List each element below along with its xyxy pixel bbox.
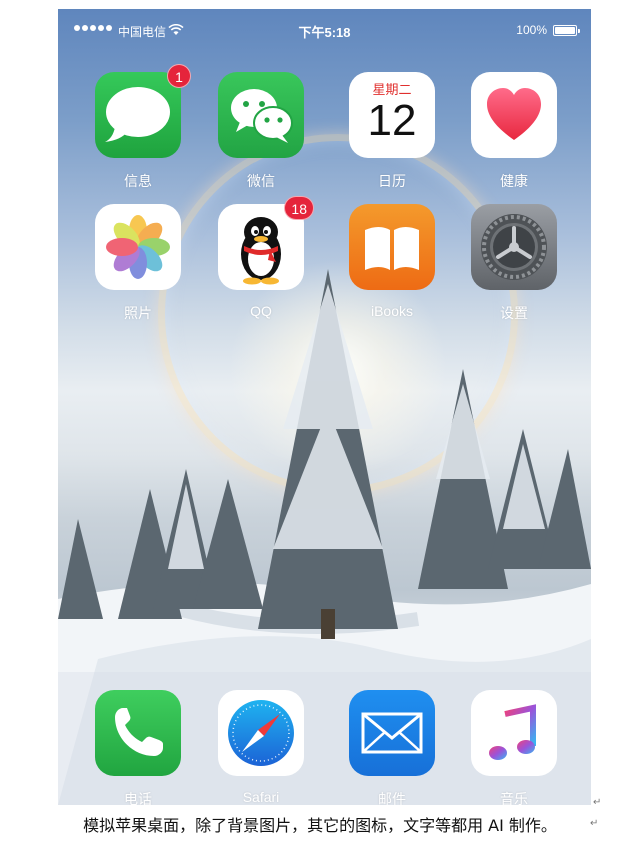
app-label: 音乐 [500,791,528,805]
app-label: 设置 [500,305,528,321]
app-label: 健康 [500,173,528,189]
app-health[interactable]: 健康 [459,72,569,191]
app-label: iBooks [370,303,414,319]
health-heart-icon [487,88,541,140]
app-label: Safari [242,789,280,805]
safari-compass-icon [228,700,294,766]
app-label: 邮件 [378,791,406,805]
carrier-name: 中国电信 [118,25,167,39]
messages-icon [105,87,170,142]
wifi-icon [168,24,184,35]
app-label: 信息 [124,173,152,189]
app-label: 日历 [378,173,406,189]
notification-badge: 18 [284,196,314,220]
battery-percentage: 100% [516,23,547,37]
app-ibooks[interactable]: iBooks [337,204,447,319]
paragraph-mark: ↵ [590,818,599,829]
calendar-icon: 星期二 12 [349,72,435,158]
music-note-icon [489,704,536,760]
app-phone[interactable]: 电话 [83,690,193,805]
app-label: 电话 [124,791,152,805]
paragraph-mark: ↵ [593,797,602,808]
notification-badge: 1 [167,64,191,88]
status-bar: 中国电信 下午5:18 100% [58,9,591,53]
wechat-icon [231,89,293,143]
signal-strength-icon [74,25,112,31]
app-safari[interactable]: Safari [206,690,316,805]
app-qq[interactable]: 18 QQ [206,196,316,319]
app-photos[interactable]: 照片 [83,204,193,323]
iphone-home-screen: 中国电信 下午5:18 100% 1 信息 微信 星期二 12 日历 健康 照片… [58,9,591,805]
app-label: 微信 [247,173,275,189]
photos-icon [106,215,170,279]
ibooks-icon [365,227,419,270]
phone-icon [115,708,163,756]
app-wechat[interactable]: 微信 [206,72,316,191]
app-label: QQ [250,303,272,319]
app-mail[interactable]: 邮件 [337,690,447,805]
battery-icon [553,25,580,36]
app-messages[interactable]: 1 信息 [83,64,193,191]
app-settings[interactable]: 设置 [459,204,569,323]
image-caption: 模拟苹果桌面，除了背景图片，其它的图标，文字等都用 AI 制作。 [83,816,557,835]
app-label: 照片 [124,305,152,321]
settings-gear-icon [481,214,547,280]
app-music[interactable]: 音乐 [459,690,569,805]
app-calendar[interactable]: 星期二 12 日历 [337,72,447,191]
mail-envelope-icon [361,712,423,754]
calendar-day: 12 [367,96,417,145]
